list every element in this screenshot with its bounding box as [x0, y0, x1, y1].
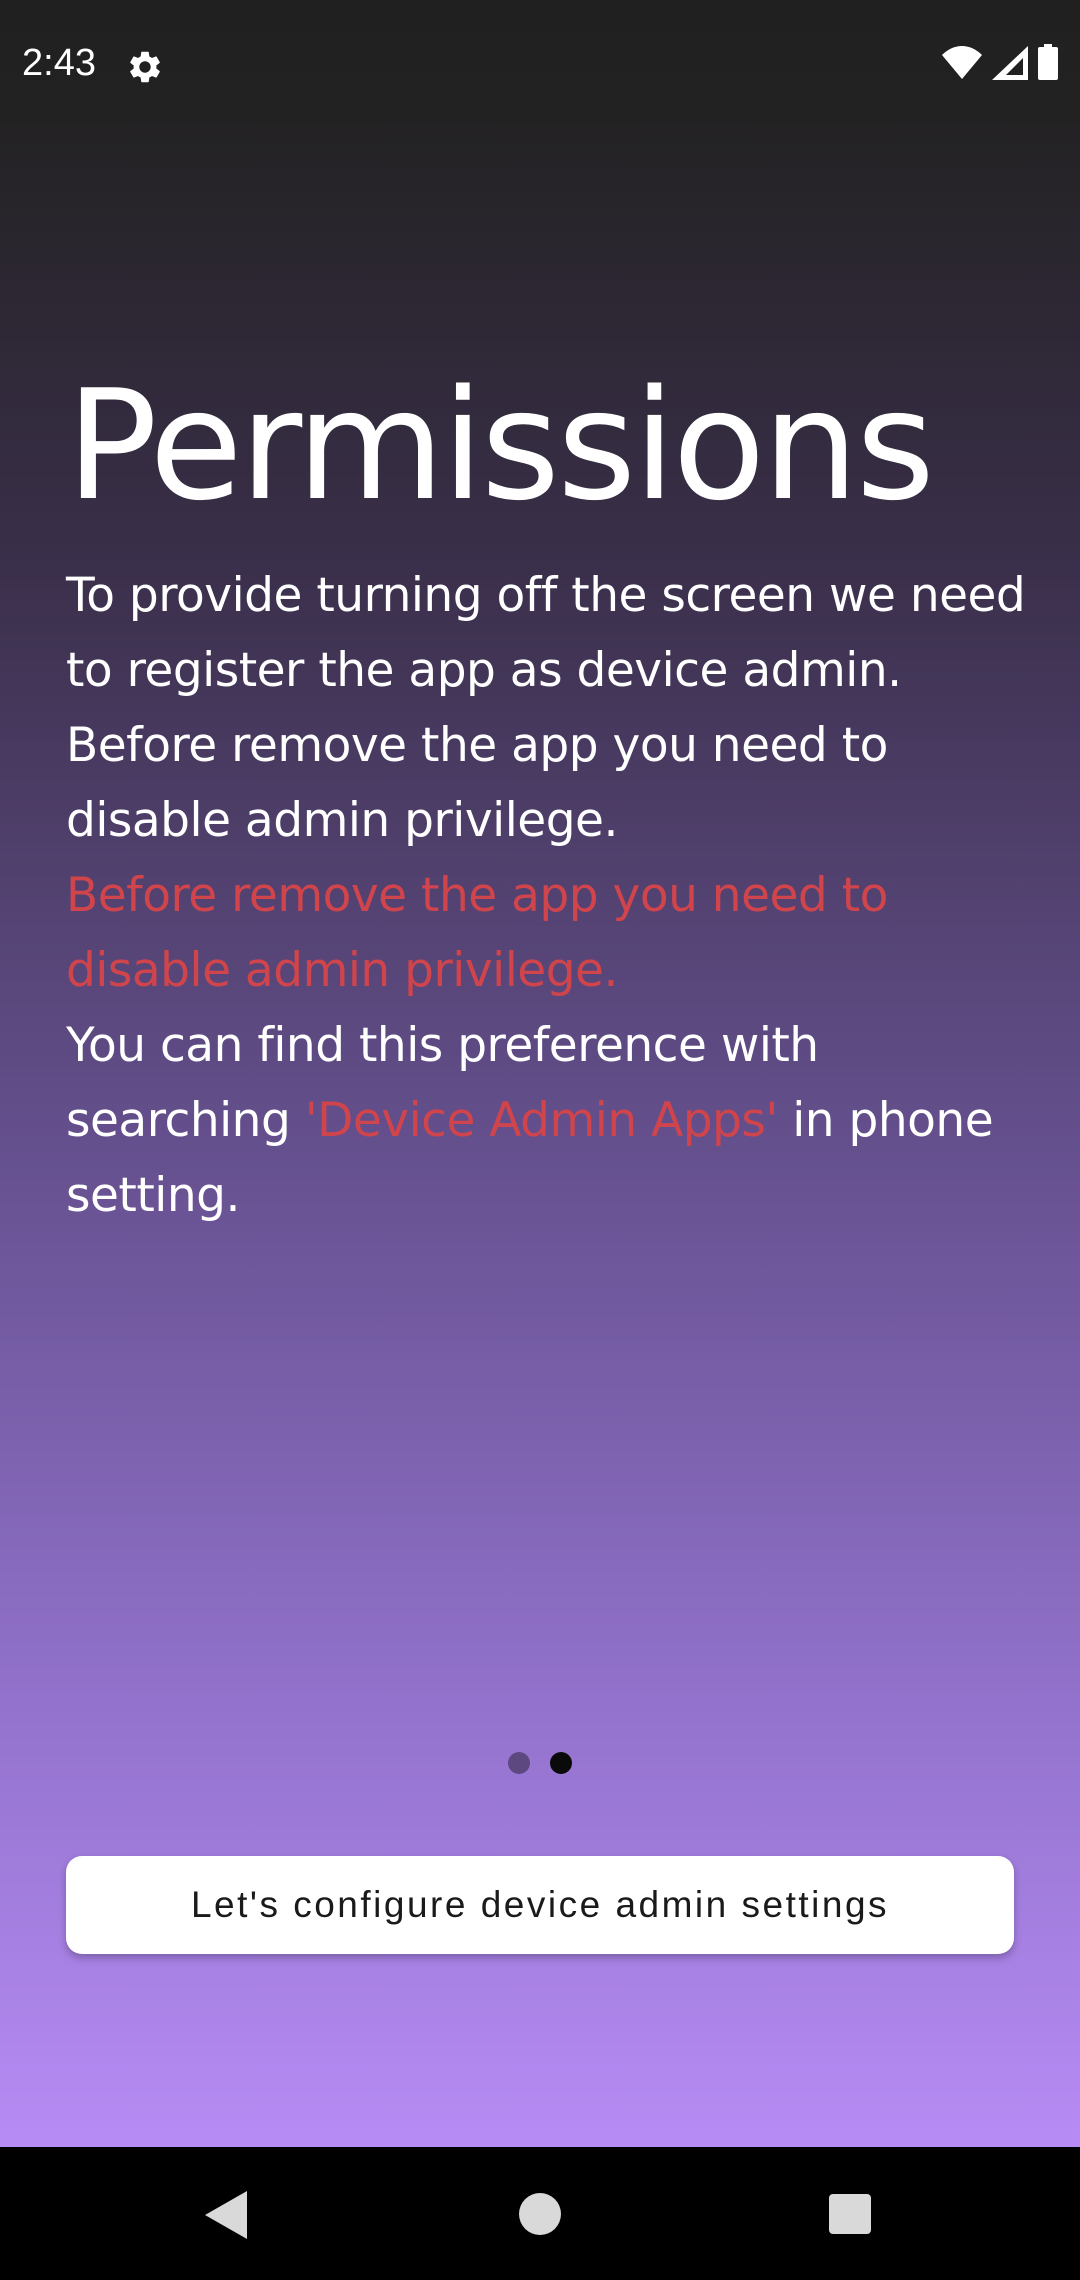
page-dot-1[interactable]	[507, 1752, 530, 1774]
battery-icon	[1038, 44, 1058, 84]
page-dot-2-active[interactable]	[549, 1752, 572, 1774]
page-indicator	[0, 1752, 1080, 1774]
warning-text: Before remove the app you need to disabl…	[66, 868, 888, 998]
status-icons	[942, 44, 1058, 84]
page-title: Permissions	[66, 357, 935, 534]
home-icon[interactable]	[519, 2193, 561, 2235]
find-preference-text: You can find this preference with search…	[66, 1008, 1026, 1233]
back-icon[interactable]	[205, 2191, 247, 2239]
screen: 2:43 Permissions To provide turning off …	[0, 0, 1080, 2280]
status-time: 2:43	[22, 42, 96, 84]
settings-gear-icon	[126, 48, 164, 86]
configure-device-admin-button[interactable]: Let's configure device admin settings	[66, 1856, 1014, 1954]
permission-description: To provide turning off the screen we nee…	[66, 558, 1026, 1233]
description-paragraph: To provide turning off the screen we nee…	[66, 568, 1026, 848]
cellular-signal-icon	[992, 46, 1028, 84]
status-bar: 2:43	[0, 0, 1080, 130]
navigation-bar	[0, 2147, 1080, 2280]
wifi-icon	[942, 46, 982, 84]
device-admin-apps-highlight: 'Device Admin Apps'	[304, 1093, 779, 1148]
recents-icon[interactable]	[829, 2194, 871, 2234]
